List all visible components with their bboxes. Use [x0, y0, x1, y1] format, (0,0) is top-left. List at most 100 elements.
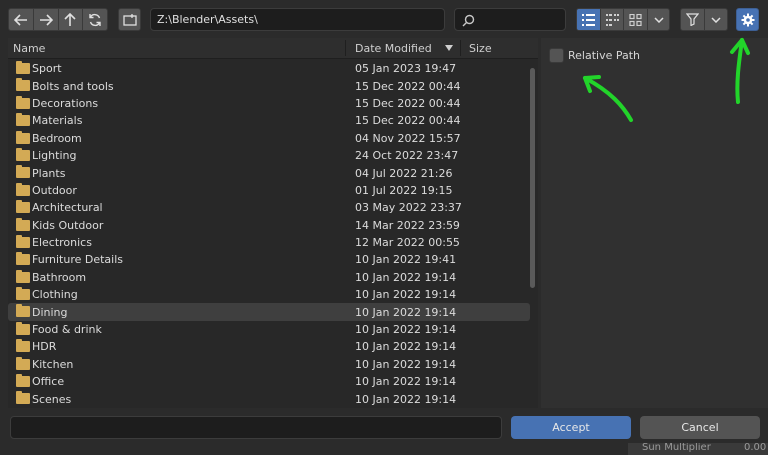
forward-button[interactable]	[34, 9, 59, 30]
folder-icon	[16, 78, 30, 92]
file-name: Materials	[32, 114, 83, 128]
list-item-selected[interactable]: Dining 10 Jan 2022 19:14	[8, 303, 530, 321]
file-name: Lighting	[32, 149, 77, 163]
accept-label: Accept	[552, 421, 590, 434]
file-date: 05 Jan 2023 19:47	[355, 62, 457, 76]
background-property-value: 0.00	[744, 443, 767, 453]
folder-icon	[16, 130, 30, 144]
file-list-scrollbar[interactable]	[530, 68, 535, 288]
display-settings-dropdown[interactable]	[648, 9, 669, 30]
list-item[interactable]: Plants 04 Jul 2022 21:26	[8, 164, 538, 181]
folder-icon	[16, 113, 30, 127]
thumbnails-icon	[629, 13, 642, 26]
relative-path-option[interactable]: Relative Path	[549, 48, 640, 63]
file-date: 15 Dec 2022 00:44	[355, 79, 461, 93]
list-item[interactable]: Food & drink 10 Jan 2022 19:14	[8, 321, 538, 338]
background-property-label: Sun Multiplier	[642, 443, 711, 453]
refresh-button[interactable]	[83, 9, 107, 30]
folder-icon	[16, 374, 30, 388]
folder-icon	[16, 304, 30, 318]
chevron-down-icon	[711, 16, 721, 23]
file-name: Architectural	[32, 201, 103, 215]
new-directory-button[interactable]	[118, 8, 141, 31]
list-item[interactable]: Architectural 03 May 2022 23:37	[8, 199, 538, 216]
file-name: Dining	[32, 305, 68, 319]
file-date: 24 Oct 2022 23:47	[355, 149, 459, 163]
file-date: 10 Jan 2022 19:41	[355, 253, 457, 267]
list-item[interactable]: Clothing 10 Jan 2022 19:14	[8, 286, 538, 303]
directory-path-field[interactable]: Z:\Blender\Assets\	[150, 8, 445, 31]
new-folder-icon	[122, 14, 137, 26]
column-header-name[interactable]: Name	[13, 42, 45, 55]
sort-descending-icon[interactable]	[445, 45, 453, 51]
column-header-date[interactable]: Date Modified	[355, 42, 432, 55]
file-date: 10 Jan 2022 19:14	[355, 305, 457, 319]
file-date: 04 Jul 2022 21:26	[355, 166, 453, 180]
thumbnails-button[interactable]	[624, 9, 649, 30]
filter-group	[680, 8, 728, 31]
list-item[interactable]: Scenes 10 Jan 2022 19:14	[8, 390, 538, 407]
filter-funnel-icon	[686, 13, 700, 26]
list-item[interactable]: HDR 10 Jan 2022 19:14	[8, 338, 538, 355]
list-item[interactable]: Decorations 15 Dec 2022 00:44	[8, 95, 538, 112]
file-name: Food & drink	[32, 323, 102, 337]
file-date: 10 Jan 2022 19:14	[355, 392, 457, 406]
filter-toggle-button[interactable]	[681, 9, 706, 30]
relative-path-label: Relative Path	[568, 49, 641, 62]
folder-icon	[16, 321, 30, 335]
columns-view-icon	[605, 13, 619, 26]
arrow-left-icon	[13, 13, 27, 26]
file-name: Scenes	[32, 392, 72, 406]
file-date: 10 Jan 2022 19:14	[355, 340, 457, 354]
list-item[interactable]: Materials 15 Dec 2022 00:44	[8, 112, 538, 129]
back-button[interactable]	[9, 9, 34, 30]
vertical-list-button[interactable]	[577, 9, 601, 30]
horizontal-list-button[interactable]	[601, 9, 625, 30]
navigation-buttons	[8, 8, 108, 31]
refresh-icon	[89, 13, 101, 26]
file-date: 10 Jan 2022 19:14	[355, 375, 457, 389]
file-date: 01 Jul 2022 19:15	[355, 183, 453, 197]
file-name: Sport	[32, 62, 62, 76]
list-item[interactable]: Office 10 Jan 2022 19:14	[8, 373, 538, 390]
cancel-button[interactable]: Cancel	[640, 416, 760, 439]
file-name: Furniture Details	[32, 253, 124, 267]
list-item[interactable]: Lighting 24 Oct 2022 23:47	[8, 147, 538, 164]
file-name: Decorations	[32, 96, 99, 110]
list-item[interactable]: Furniture Details 10 Jan 2022 19:41	[8, 251, 538, 268]
search-input[interactable]	[454, 8, 566, 31]
list-item[interactable]: Bolts and tools 15 Dec 2022 00:44	[8, 77, 538, 94]
parent-directory-button[interactable]	[59, 9, 84, 30]
column-header-size[interactable]: Size	[469, 42, 492, 55]
chevron-down-icon	[654, 16, 664, 23]
folder-icon	[16, 165, 30, 179]
file-name: Bathroom	[32, 270, 87, 284]
column-divider[interactable]	[345, 40, 346, 56]
cancel-label: Cancel	[681, 421, 719, 434]
file-name: Clothing	[32, 288, 78, 302]
list-item[interactable]: Bedroom 04 Nov 2022 15:57	[8, 130, 538, 147]
file-name: Electronics	[32, 236, 92, 250]
file-date: 14 Mar 2022 23:59	[355, 218, 460, 232]
list-item[interactable]: Kitchen 10 Jan 2022 19:14	[8, 356, 538, 373]
file-name: Bedroom	[32, 131, 82, 145]
list-item[interactable]: Bathroom 10 Jan 2022 19:14	[8, 269, 538, 286]
list-view-icon	[581, 13, 595, 26]
folder-icon	[16, 182, 30, 196]
filename-input[interactable]	[10, 416, 502, 439]
list-item[interactable]: Kids Outdoor 14 Mar 2022 23:59	[8, 217, 538, 234]
settings-toggle-button[interactable]	[736, 8, 759, 31]
accept-button[interactable]: Accept	[511, 416, 631, 439]
file-date: 10 Jan 2022 19:14	[355, 288, 457, 302]
column-divider[interactable]	[460, 40, 461, 56]
relative-path-checkbox[interactable]	[549, 48, 564, 63]
filter-dropdown[interactable]	[705, 9, 727, 30]
file-name: Office	[32, 375, 65, 389]
list-item[interactable]: Electronics 12 Mar 2022 00:55	[8, 234, 538, 251]
list-item[interactable]: Outdoor 01 Jul 2022 19:15	[8, 182, 538, 199]
file-list-rows: Sport 05 Jan 2023 19:47 Bolts and tools 15…	[8, 59, 538, 408]
folder-icon	[16, 234, 30, 248]
list-item[interactable]: Sport 05 Jan 2023 19:47	[8, 60, 538, 77]
file-date: 15 Dec 2022 00:44	[355, 114, 461, 128]
file-date: 04 Nov 2022 15:57	[355, 131, 461, 145]
